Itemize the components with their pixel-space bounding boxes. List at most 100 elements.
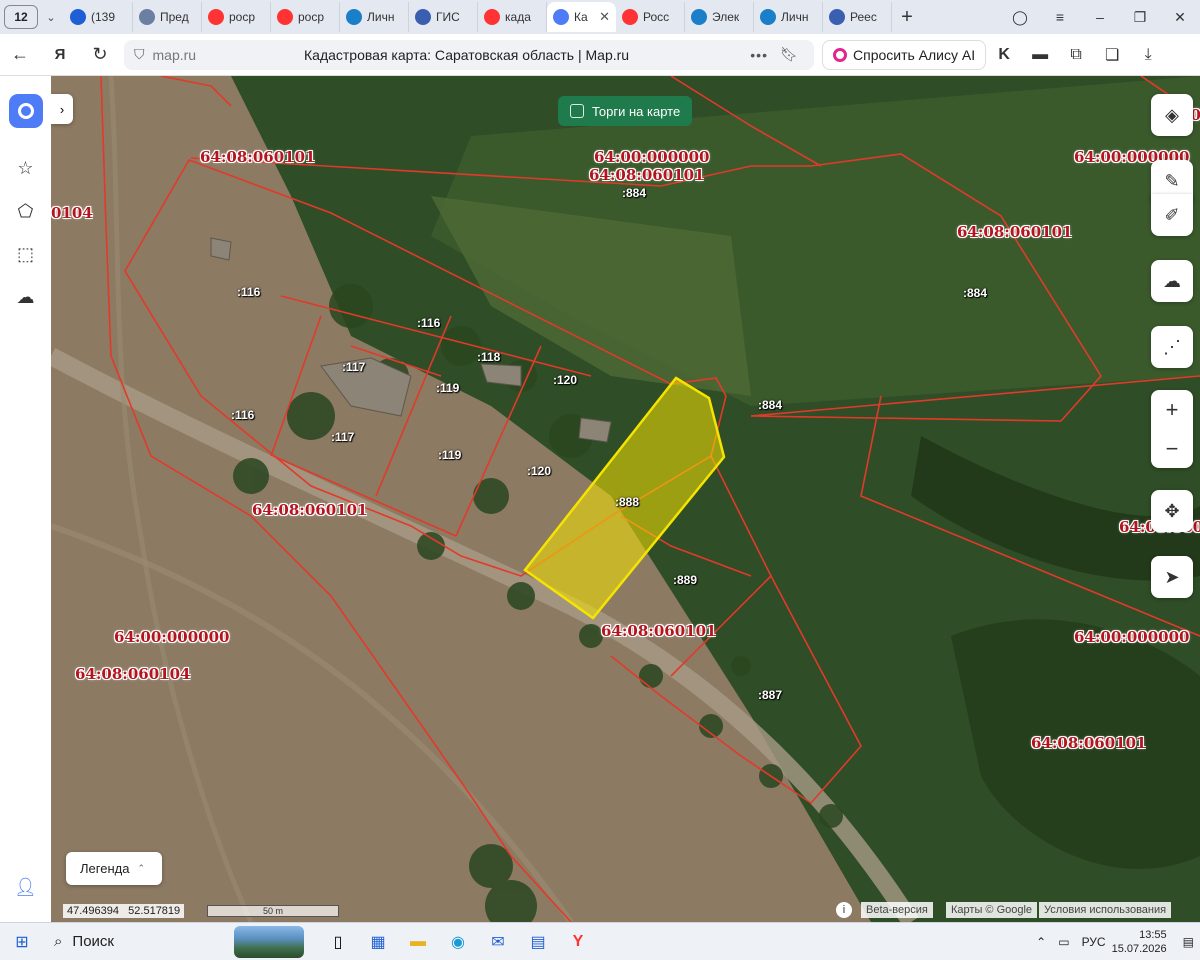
plot-label-selected[interactable]: :888 (615, 495, 639, 509)
browser-tab[interactable]: Личн (340, 2, 409, 32)
edge-icon[interactable]: ◉ (438, 925, 478, 959)
more-dots-icon[interactable]: ••• (750, 47, 768, 63)
back-button[interactable]: ← (0, 44, 40, 65)
cadastral-block-label[interactable]: 64:00:000000 (114, 628, 229, 646)
cadastral-block-label[interactable]: 64:08:060101 (589, 166, 704, 184)
cadastral-block-label[interactable]: 64:08:060101 (252, 501, 367, 519)
map-view[interactable]: › Торги на карте 64:08:060101 64:00:0000… (51, 76, 1200, 922)
edit-button[interactable]: ✐ (1151, 194, 1193, 236)
zoom-in-button[interactable]: + (1151, 390, 1193, 429)
close-tab-icon[interactable]: ✕ (599, 9, 610, 25)
widgets-thumbnail[interactable] (234, 925, 304, 958)
language-indicator[interactable]: РУС (1082, 935, 1106, 949)
move-button[interactable]: ✥ (1151, 490, 1193, 532)
browser-tab[interactable]: Элек (685, 2, 754, 32)
browser-tab[interactable]: када (478, 2, 547, 32)
mapru-logo-icon[interactable] (8, 94, 43, 128)
browser-tab[interactable]: Ка ✕ (547, 2, 616, 32)
collections-icon[interactable]: ❏ (1094, 45, 1130, 65)
taskbar-search[interactable]: ⌕ Поиск (44, 927, 234, 957)
extension-k-icon[interactable]: K (986, 46, 1022, 64)
notifications-icon[interactable]: ▤ (1183, 935, 1194, 949)
terms-link[interactable]: Условия использования (1039, 902, 1172, 918)
cloud-icon[interactable]: ☁ (14, 287, 38, 308)
task-view-icon[interactable]: ▯ (318, 925, 358, 959)
display-icon[interactable]: ▭ (1058, 935, 1069, 949)
browser-tab[interactable]: Реес (823, 2, 892, 32)
extension-drive-icon[interactable]: ▬ (1022, 46, 1058, 64)
share-button[interactable]: ⋰ (1151, 326, 1193, 368)
plot-label[interactable]: :119 (438, 448, 461, 462)
plot-label[interactable]: :884 (758, 398, 782, 412)
plot-label[interactable]: :120 (553, 373, 577, 387)
restore-button[interactable]: ❐ (1120, 9, 1160, 26)
minimize-button[interactable]: – (1080, 9, 1120, 25)
plot-label[interactable]: :116 (417, 316, 440, 330)
plot-label[interactable]: :884 (622, 186, 646, 200)
info-icon[interactable]: i (836, 902, 852, 918)
windows-taskbar: ⊞ ⌕ Поиск ▯ ▦ ▬ ◉ ✉ ▤ Y ⌃ ▭ РУС 13:55 15… (0, 922, 1200, 960)
plot-label[interactable]: :120 (527, 464, 551, 478)
cadastral-block-label[interactable]: 64:08:060101 (957, 223, 1072, 241)
cadastral-block-label[interactable]: 0104 (51, 204, 93, 222)
yandex-browser-icon[interactable]: Y (558, 925, 598, 959)
yandex-home-button[interactable]: Я (40, 46, 80, 63)
plot-label[interactable]: :889 (673, 573, 697, 587)
plot-label[interactable]: :119 (436, 381, 459, 395)
browser-tab[interactable]: (139 (64, 2, 133, 32)
torgi-toggle[interactable]: Торги на карте (558, 96, 693, 126)
plot-label[interactable]: :116 (237, 285, 260, 299)
browser-tab[interactable]: роср (202, 2, 271, 32)
plot-label[interactable]: :117 (331, 430, 354, 444)
browser-tab[interactable]: ГИС (409, 2, 478, 32)
tray-chevron-icon[interactable]: ⌃ (1036, 935, 1046, 949)
user-icon[interactable]: 👤︎ (14, 877, 37, 898)
plot-label[interactable]: :884 (963, 286, 987, 300)
notepad-icon[interactable]: ▤ (518, 925, 558, 959)
store-icon[interactable]: ▦ (358, 925, 398, 959)
download-icon[interactable]: ⤓ (1130, 46, 1166, 64)
polygon-icon[interactable]: ⬠ (14, 201, 38, 222)
ask-alice-button[interactable]: Спросить Алису AI (822, 39, 987, 70)
legend-button[interactable]: Легенда ⌃ (66, 852, 162, 885)
profile-icon[interactable]: ◯ (1000, 9, 1040, 26)
cadastral-block-label[interactable]: 64:00:000000 (594, 148, 709, 166)
menu-icon[interactable]: ≡ (1040, 9, 1080, 25)
browser-tab[interactable]: Пред (133, 2, 202, 32)
cadastral-block-label[interactable]: 64:08:060101 (1031, 734, 1146, 752)
plot-label[interactable]: :118 (477, 350, 500, 364)
cadastral-block-label[interactable]: 64:00:000000 (1074, 628, 1189, 646)
explorer-icon[interactable]: ▬ (398, 925, 438, 959)
window-controls: ◯ ≡ – ❐ ✕ (1000, 9, 1200, 26)
zoom-out-button[interactable]: − (1151, 429, 1193, 468)
url-field[interactable]: ⛉ map.ru Кадастровая карта: Саратовская … (124, 39, 814, 70)
browser-tab[interactable]: Росс (616, 2, 685, 32)
browser-tab[interactable]: Личн (754, 2, 823, 32)
locate-button[interactable]: ➤ (1151, 556, 1193, 598)
selection-icon[interactable]: ⬚ (14, 244, 38, 265)
chevron-down-icon[interactable]: ⌄ (38, 11, 64, 24)
plot-label[interactable]: :117 (342, 360, 365, 374)
reload-button[interactable]: ↻ (80, 44, 120, 65)
windows-start-icon[interactable]: ⊞ (0, 932, 44, 952)
plot-label[interactable]: :116 (231, 408, 254, 422)
tab-label: Ка (574, 10, 588, 24)
cadastral-block-label[interactable]: 64:08:060101 (601, 622, 716, 640)
upload-cloud-button[interactable]: ☁ (1151, 260, 1193, 302)
browser-tab[interactable]: роср (271, 2, 340, 32)
extensions-puzzle-icon[interactable]: ⧉ (1058, 46, 1094, 64)
new-tab-button[interactable]: + (892, 6, 922, 29)
bookmark-icon[interactable]: 🔖︎ (780, 46, 798, 63)
star-icon[interactable]: ☆ (14, 158, 38, 179)
outlook-icon[interactable]: ✉ (478, 925, 518, 959)
clock[interactable]: 13:55 15.07.2026 (1112, 928, 1167, 956)
expand-panel-button[interactable]: › (51, 94, 73, 124)
cadastral-block-label[interactable]: 64:08:060101 (200, 148, 315, 166)
checkbox-icon[interactable] (570, 104, 584, 118)
plot-label[interactable]: :887 (758, 688, 782, 702)
layers-button[interactable]: ◈ (1151, 94, 1193, 136)
tab-counter[interactable]: 12 (4, 5, 38, 29)
close-window-button[interactable]: ✕ (1160, 9, 1200, 26)
tab-label: (139 (91, 10, 116, 24)
cadastral-block-label[interactable]: 64:08:060104 (75, 665, 190, 683)
